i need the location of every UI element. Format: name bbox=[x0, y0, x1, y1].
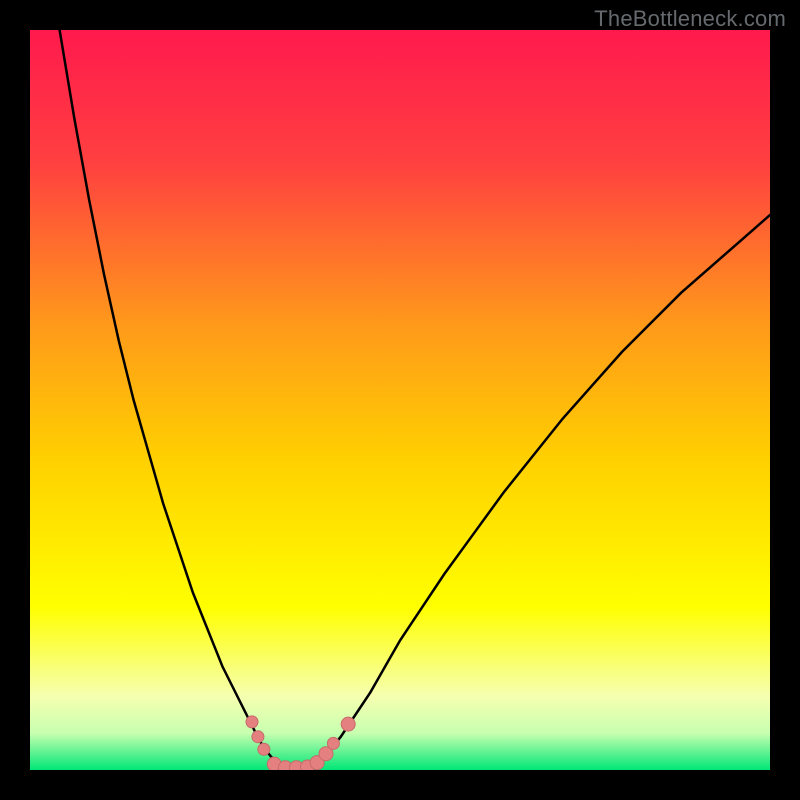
data-dot bbox=[258, 743, 270, 755]
curve-right bbox=[311, 215, 770, 769]
data-dot bbox=[327, 737, 339, 749]
data-dots bbox=[246, 716, 355, 770]
data-dot bbox=[252, 731, 264, 743]
plot-area bbox=[30, 30, 770, 770]
watermark-text: TheBottleneck.com bbox=[594, 6, 786, 32]
curve-left bbox=[60, 30, 282, 769]
data-dot bbox=[246, 716, 258, 728]
chart-frame: TheBottleneck.com bbox=[0, 0, 800, 800]
curves-layer bbox=[30, 30, 770, 770]
data-dot bbox=[341, 717, 355, 731]
